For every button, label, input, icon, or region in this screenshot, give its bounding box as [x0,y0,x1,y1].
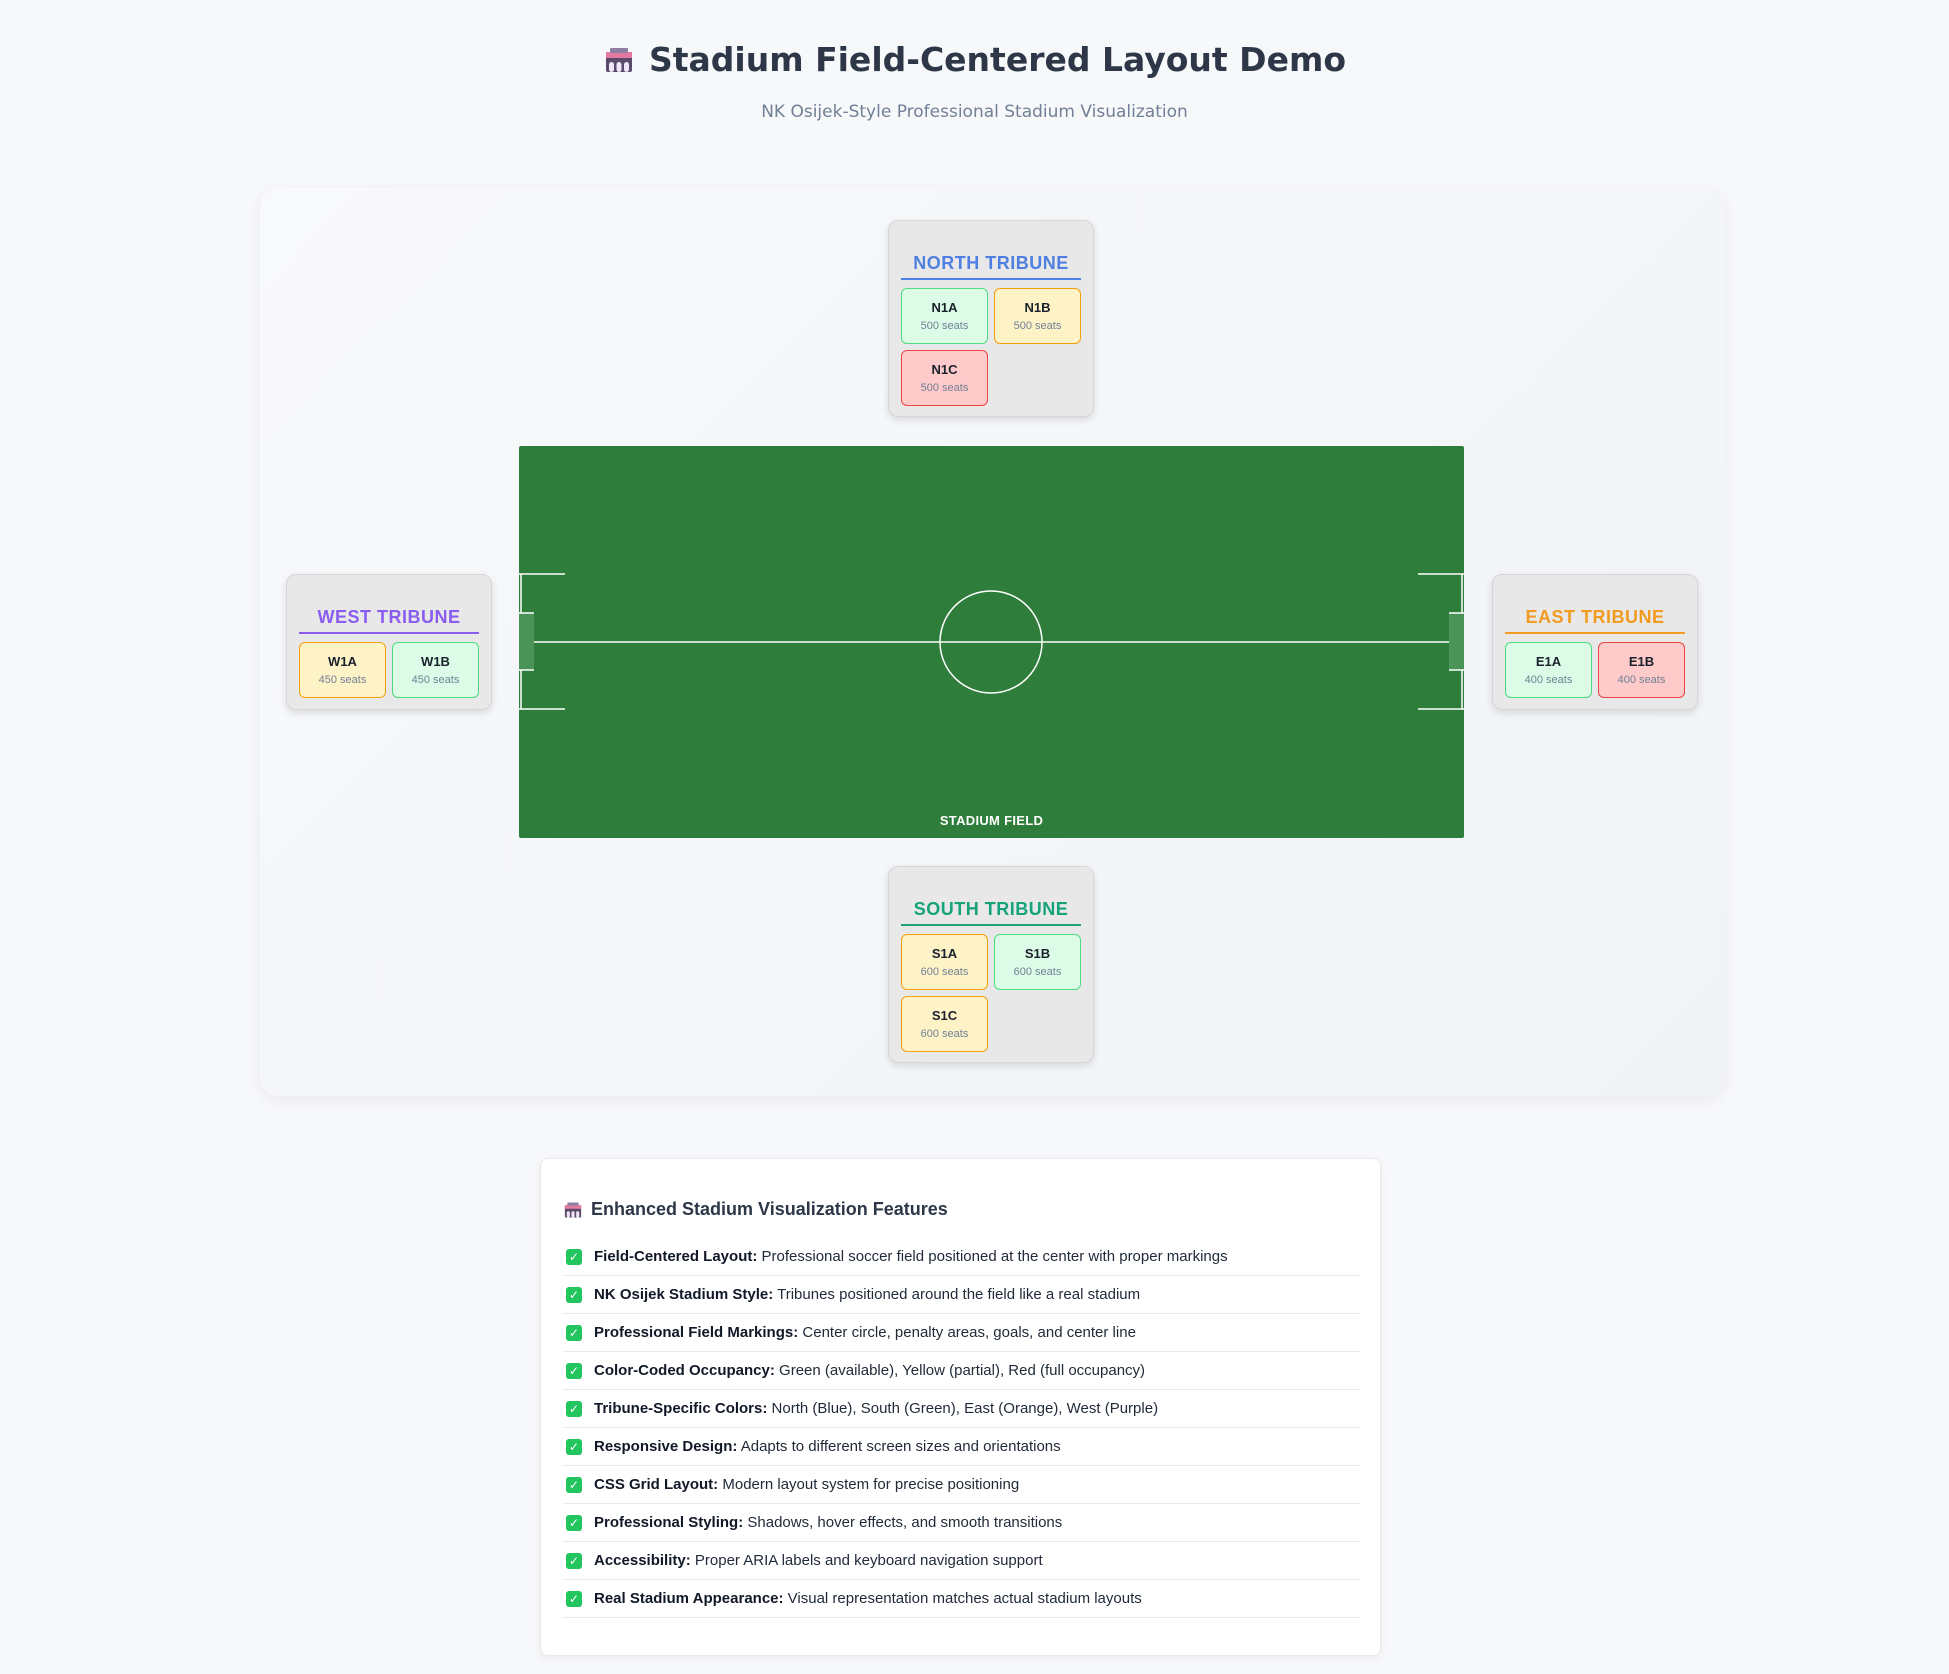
page-header: Stadium Field-Centered Layout Demo NK Os… [0,40,1949,122]
features-panel: Enhanced Stadium Visualization Features … [540,1158,1381,1656]
left-goal-area [519,612,534,671]
section-s1c[interactable]: S1C 600 seats [901,996,988,1052]
feature-label: Responsive Design: [594,1438,738,1455]
section-seats: 600 seats [1013,966,1062,978]
feature-item: ✓ NK Osijek Stadium Style: Tribunes posi… [563,1276,1360,1314]
feature-item: ✓ CSS Grid Layout: Modern layout system … [563,1466,1360,1504]
checkmark-icon: ✓ [566,1552,582,1569]
feature-item: ✓ Professional Field Markings: Center ci… [563,1314,1360,1352]
north-sections: N1A 500 seats N1B 500 seats N1C 500 seat… [901,288,1081,406]
page-title: Stadium Field-Centered Layout Demo [603,40,1346,79]
section-code: E1B [1628,654,1655,669]
stadium-field: STADIUM FIELD [519,446,1464,838]
section-seats: 600 seats [920,1028,969,1040]
section-s1a[interactable]: S1A 600 seats [901,934,988,990]
feature-item: ✓ Tribune-Specific Colors: North (Blue),… [563,1390,1360,1428]
section-code: S1C [931,1008,958,1023]
section-code: N1C [931,362,958,377]
south-sections: S1A 600 seats S1B 600 seats S1C 600 seat… [901,934,1081,1052]
section-code: N1A [931,300,958,315]
feature-label: Tribune-Specific Colors: [594,1400,768,1417]
feature-text: Visual representation matches actual sta… [787,1590,1142,1607]
feature-label: Accessibility: [594,1552,691,1569]
section-code: W1B [421,654,450,669]
section-code: S1A [931,946,958,961]
north-tribune-title: NORTH TRIBUNE [901,253,1081,280]
checkmark-icon: ✓ [566,1362,582,1379]
west-sections: W1A 450 seats W1B 450 seats [299,642,479,698]
section-n1b[interactable]: N1B 500 seats [994,288,1081,344]
north-tribune: NORTH TRIBUNE N1A 500 seats N1B 500 seat… [888,220,1094,417]
feature-text: North (Blue), South (Green), East (Orang… [771,1400,1159,1417]
feature-label: CSS Grid Layout: [594,1476,719,1493]
feature-text: Proper ARIA labels and keyboard navigati… [694,1552,1043,1569]
section-code: N1B [1024,300,1051,315]
section-seats: 500 seats [920,320,969,332]
feature-label: NK Osijek Stadium Style: [594,1286,774,1303]
section-e1b[interactable]: E1B 400 seats [1598,642,1685,698]
page-subtitle: NK Osijek-Style Professional Stadium Vis… [761,101,1188,122]
feature-text: Green (available), Yellow (partial), Red… [779,1362,1146,1379]
feature-item: ✓ Accessibility: Proper ARIA labels and … [563,1542,1360,1580]
west-tribune-title: WEST TRIBUNE [299,607,479,634]
section-seats: 450 seats [411,674,460,686]
features-title-text: Enhanced Stadium Visualization Features [591,1199,948,1219]
checkmark-icon: ✓ [566,1286,582,1303]
section-seats: 400 seats [1617,674,1666,686]
east-sections: E1A 400 seats E1B 400 seats [1505,642,1685,698]
section-n1a[interactable]: N1A 500 seats [901,288,988,344]
section-seats: 450 seats [318,674,367,686]
south-tribune-title: SOUTH TRIBUNE [901,899,1081,926]
feature-text: Modern layout system for precise positio… [722,1476,1020,1493]
field-label: STADIUM FIELD [939,813,1044,828]
east-tribune: EAST TRIBUNE E1A 400 seats E1B 400 seats [1492,574,1698,710]
feature-item: ✓ Color-Coded Occupancy: Green (availabl… [563,1352,1360,1390]
checkmark-icon: ✓ [566,1400,582,1417]
section-e1a[interactable]: E1A 400 seats [1505,642,1592,698]
features-title: Enhanced Stadium Visualization Features [563,1199,1360,1220]
section-code: S1B [1024,946,1051,961]
feature-label: Professional Styling: [594,1514,744,1531]
checkmark-icon: ✓ [566,1324,582,1341]
page-title-text: Stadium Field-Centered Layout Demo [648,40,1347,79]
feature-text: Professional soccer field positioned at … [761,1248,1228,1265]
feature-text: Adapts to different screen sizes and ori… [740,1438,1061,1455]
feature-label: Field-Centered Layout: [594,1248,758,1265]
east-tribune-title: EAST TRIBUNE [1505,607,1685,634]
right-goal-area [1449,612,1464,671]
section-w1b[interactable]: W1B 450 seats [392,642,479,698]
section-code: W1A [328,654,357,669]
stadium-icon [564,1202,582,1217]
field-markings [519,573,1464,710]
section-s1b[interactable]: S1B 600 seats [994,934,1081,990]
feature-text: Shadows, hover effects, and smooth trans… [747,1514,1063,1531]
stadium-icon [605,47,632,72]
feature-text: Center circle, penalty areas, goals, and… [802,1324,1136,1341]
checkmark-icon: ✓ [566,1438,582,1455]
section-seats: 500 seats [1013,320,1062,332]
feature-label: Professional Field Markings: [594,1324,799,1341]
stadium-layout: NORTH TRIBUNE N1A 500 seats N1B 500 seat… [260,188,1724,1096]
feature-item: ✓ Field-Centered Layout: Professional so… [563,1238,1360,1276]
feature-label: Color-Coded Occupancy: [594,1362,775,1379]
feature-item: ✓ Professional Styling: Shadows, hover e… [563,1504,1360,1542]
section-seats: 400 seats [1524,674,1573,686]
checkmark-icon: ✓ [566,1590,582,1607]
feature-item: ✓ Responsive Design: Adapts to different… [563,1428,1360,1466]
section-seats: 500 seats [920,382,969,394]
west-tribune: WEST TRIBUNE W1A 450 seats W1B 450 seats [286,574,492,710]
section-n1c[interactable]: N1C 500 seats [901,350,988,406]
checkmark-icon: ✓ [566,1476,582,1493]
feature-item: ✓ Real Stadium Appearance: Visual repres… [563,1580,1360,1618]
section-w1a[interactable]: W1A 450 seats [299,642,386,698]
feature-text: Tribunes positioned around the field lik… [777,1286,1141,1303]
section-code: E1A [1535,654,1562,669]
checkmark-icon: ✓ [566,1514,582,1531]
south-tribune: SOUTH TRIBUNE S1A 600 seats S1B 600 seat… [888,866,1094,1063]
feature-label: Real Stadium Appearance: [594,1590,784,1607]
checkmark-icon: ✓ [566,1248,582,1265]
section-seats: 600 seats [920,966,969,978]
